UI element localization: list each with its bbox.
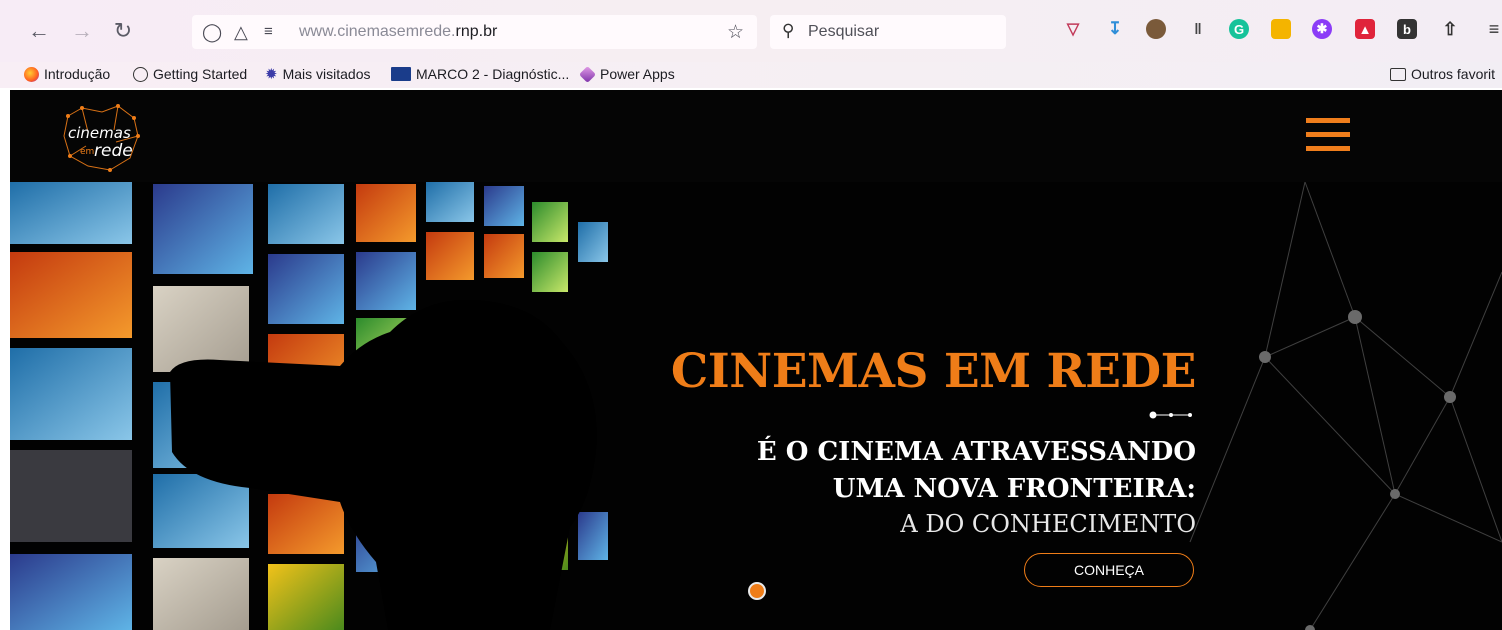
svg-text:cinemas: cinemas	[68, 124, 131, 142]
hamburger-line	[1306, 132, 1350, 137]
extension-icon[interactable]	[1146, 19, 1166, 39]
bookmark-getting-started[interactable]: Getting Started	[133, 66, 247, 82]
shield-icon[interactable]: ◯	[202, 22, 222, 43]
site-settings-icon[interactable]: ≡	[264, 23, 273, 40]
share-icon[interactable]: ⇧	[1440, 19, 1460, 39]
site-logo[interactable]: cinemas em rede	[58, 102, 142, 176]
hero-subtitle-line3: A DO CONHECIMENTO	[900, 510, 1196, 538]
forward-arrow-icon[interactable]: →	[69, 18, 95, 44]
back-arrow-icon[interactable]: ←	[26, 18, 52, 44]
gear-icon: ✹	[265, 65, 278, 83]
download-icon[interactable]: ↧	[1105, 19, 1125, 39]
bookmark-label: Power Apps	[600, 66, 675, 82]
bookmark-marco[interactable]: MARCO 2 - Diagnóstic...	[391, 66, 569, 82]
marco-icon	[391, 67, 411, 81]
power-apps-icon	[579, 65, 596, 83]
reload-icon[interactable]: ↻	[110, 18, 136, 44]
hero-subtitle-line2: UMA NOVA FRONTEIRA:	[832, 474, 1196, 504]
pocket-icon[interactable]: ▽	[1063, 19, 1083, 39]
extension-b-icon[interactable]: b	[1397, 19, 1417, 39]
extension-orange-icon[interactable]	[1271, 19, 1291, 39]
url-text[interactable]: www.cinemasemrede.rnp.br	[299, 23, 497, 41]
bookmark-label: Getting Started	[153, 66, 248, 82]
bookmark-label: Mais visitados	[282, 66, 371, 82]
bookmarks-bar: Introdução Getting Started ✹ Mais visita…	[0, 62, 1502, 88]
hero-heading: CINEMAS EM REDE	[670, 344, 1197, 399]
firefox-icon	[24, 66, 39, 82]
bookmark-mais-visitados[interactable]: ✹ Mais visitados	[265, 66, 371, 82]
hamburger-line	[1306, 146, 1350, 151]
divider-dots-icon	[1149, 411, 1192, 419]
svg-text:em: em	[80, 147, 94, 157]
search-icon: ⚲	[782, 21, 795, 40]
bookmark-label: Outros favorit	[1411, 66, 1496, 82]
search-bar[interactable]: ⚲ Pesquisar	[770, 15, 1006, 49]
slider-indicator-dot[interactable]	[748, 582, 766, 600]
browser-toolbar: ← → ↻ ◯ △ ≡ www.cinemasemrede.rnp.br ☆ ⚲…	[0, 0, 1502, 62]
bookmark-introducao[interactable]: Introdução	[24, 66, 110, 82]
menu-icon[interactable]: ≡	[1484, 19, 1502, 39]
grammarly-icon[interactable]: G	[1229, 19, 1249, 39]
permissions-icon[interactable]: △	[234, 22, 248, 43]
bookmark-power-apps[interactable]: Power Apps	[579, 65, 675, 83]
star-icon[interactable]: ☆	[727, 21, 744, 44]
hero-banner: CINEMAS EM REDE É O CINEMA ATRAVESSANDO …	[10, 182, 1502, 630]
bookmark-label: Introdução	[44, 66, 111, 82]
extension-purple-icon[interactable]: ✱	[1312, 19, 1332, 39]
search-placeholder: Pesquisar	[808, 23, 880, 40]
bookmark-other-folder[interactable]: Outros favorit	[1390, 66, 1495, 82]
website-viewport: cinemas em rede CINEMAS EM REDE É O CINE…	[10, 90, 1502, 630]
hero-background-image	[10, 182, 1502, 630]
folder-icon	[1390, 67, 1406, 81]
bookmark-label: MARCO 2 - Diagnóstic...	[416, 66, 570, 82]
hamburger-menu-button[interactable]	[1306, 118, 1350, 156]
extension-red-icon[interactable]: ▲	[1355, 19, 1375, 39]
extension-bars-icon[interactable]: ‖	[1188, 19, 1208, 39]
hero-subtitle-line1: É O CINEMA ATRAVESSANDO	[756, 437, 1196, 467]
conheca-button[interactable]: CONHEÇA	[1024, 553, 1194, 587]
svg-text:rede: rede	[94, 141, 133, 161]
url-host: rnp.br	[455, 23, 498, 40]
url-domain: www.cinemasemrede.	[299, 23, 456, 40]
globe-icon	[133, 66, 148, 82]
address-bar[interactable]: ◯ △ ≡ www.cinemasemrede.rnp.br ☆	[192, 15, 757, 49]
hamburger-line	[1306, 118, 1350, 123]
